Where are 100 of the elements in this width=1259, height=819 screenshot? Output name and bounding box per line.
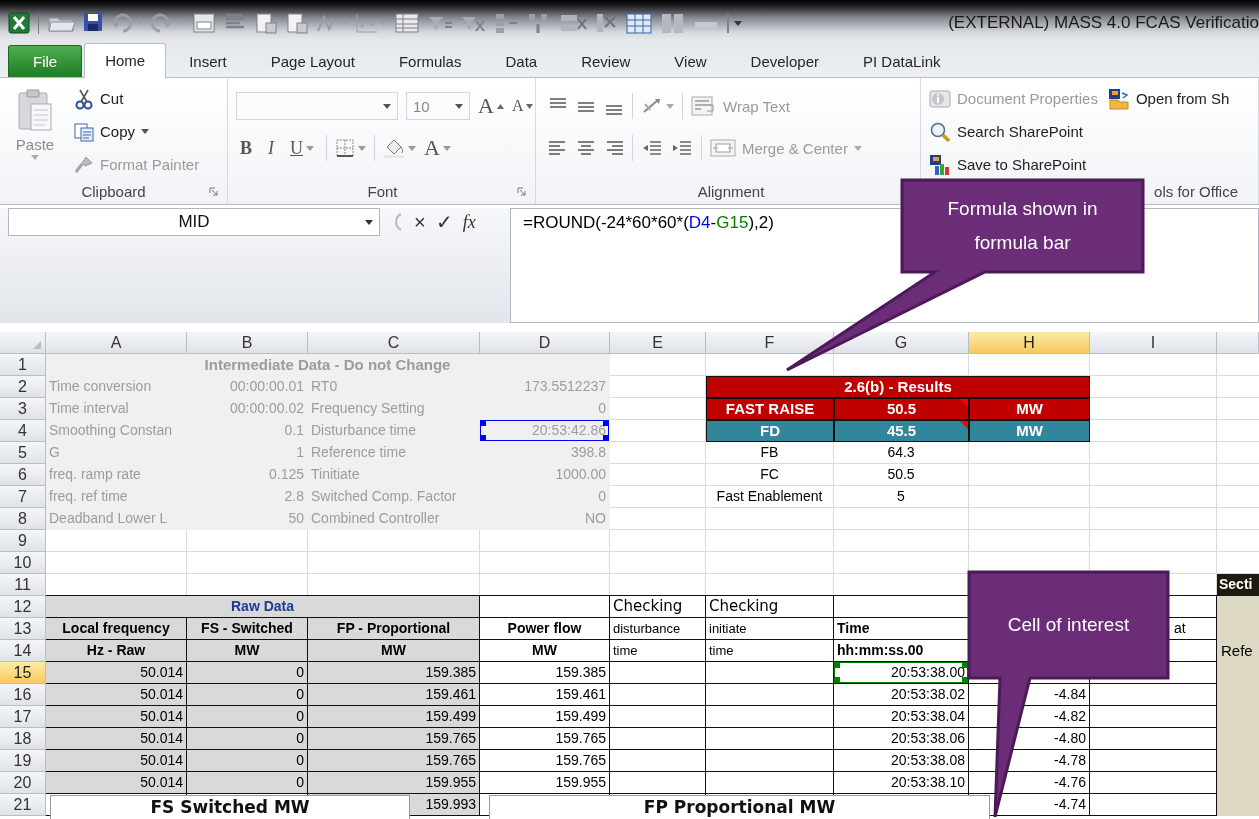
table-cell: 20:53:42.86 xyxy=(480,420,610,442)
enter-button[interactable]: ✓ xyxy=(435,210,453,234)
document-icon[interactable] xyxy=(284,11,310,35)
grid-icon[interactable] xyxy=(624,11,654,35)
row-header[interactable]: 21 xyxy=(0,794,46,816)
ribbon-button[interactable]: Cut xyxy=(74,86,200,111)
table-cell: 50 xyxy=(187,508,308,530)
italic-button[interactable]: I xyxy=(264,137,278,159)
table-cell: 1 xyxy=(187,442,308,464)
font-size-field[interactable]: 10 xyxy=(406,92,470,120)
table-cell: 20:53:38.10 xyxy=(834,772,969,794)
table-cell: 50.014 xyxy=(46,706,187,728)
increase-indent-icon[interactable] xyxy=(671,138,693,158)
column-header[interactable]: I xyxy=(1090,332,1217,354)
row-header[interactable]: 6 xyxy=(0,464,46,486)
align-right-icon[interactable] xyxy=(604,138,624,158)
document-icon[interactable] xyxy=(253,11,279,35)
column-header[interactable]: B xyxy=(187,332,308,354)
row-header[interactable]: 3 xyxy=(0,398,46,420)
column-header[interactable]: A xyxy=(46,332,187,354)
column-header[interactable]: F xyxy=(706,332,834,354)
row-header[interactable]: 17 xyxy=(0,706,46,728)
orientation-button[interactable] xyxy=(641,96,674,116)
table-cell: 0 xyxy=(187,706,308,728)
borders-button[interactable] xyxy=(335,138,366,158)
fill-color-button[interactable] xyxy=(383,137,416,159)
ribbon-tab[interactable]: Home xyxy=(84,43,167,78)
grow-font-button[interactable]: A xyxy=(478,93,504,119)
name-box[interactable]: MID xyxy=(8,208,380,236)
borders-icon xyxy=(335,138,355,158)
row-header[interactable]: 12 xyxy=(0,596,46,618)
row-header[interactable]: 13 xyxy=(0,618,46,640)
column-header[interactable]: C xyxy=(308,332,480,354)
row-header[interactable]: 15 xyxy=(0,662,46,684)
scissors-icon xyxy=(74,87,94,110)
table-title: Intermediate Data - Do not Change xyxy=(46,354,610,376)
merge-cells-icon xyxy=(710,137,736,159)
column-label: initiate xyxy=(706,618,834,640)
table-cell: 159.765 xyxy=(480,750,610,772)
row-header[interactable]: 2 xyxy=(0,376,46,398)
dialog-launcher-icon[interactable] xyxy=(517,187,527,197)
row-header[interactable]: 16 xyxy=(0,684,46,706)
ribbon-tab[interactable]: Page Layout xyxy=(249,45,376,77)
table-cell: 50.014 xyxy=(46,684,187,706)
column-header[interactable]: E xyxy=(610,332,706,354)
ribbon-tab[interactable]: File xyxy=(8,45,83,77)
column-label: time xyxy=(706,640,834,662)
ribbon-tab[interactable]: View xyxy=(653,45,728,77)
ribbon-button[interactable]: Search SharePoint xyxy=(929,119,1098,144)
ribbon-button[interactable]: Save to SharePoint xyxy=(929,152,1098,177)
underline-button[interactable]: U xyxy=(286,137,318,159)
row-header[interactable]: 7 xyxy=(0,486,46,508)
insert-function-button[interactable]: fx xyxy=(462,210,476,234)
dialog-launcher-icon[interactable] xyxy=(209,187,219,197)
formula-text[interactable]: =ROUND(-24*60*60*(D4-G15),2) xyxy=(523,213,774,233)
ribbon-tab[interactable]: PI DataLink xyxy=(841,45,962,77)
group-label: Font xyxy=(367,182,398,200)
row-header[interactable]: 5 xyxy=(0,442,46,464)
toolbar-customize-icon[interactable] xyxy=(725,11,745,35)
row-header[interactable]: 18 xyxy=(0,728,46,750)
chart-panel[interactable]: FP Proportional MW xyxy=(489,795,990,819)
scatter-chart-icon[interactable] xyxy=(354,11,388,35)
font-color-button[interactable]: A xyxy=(424,135,451,161)
table-cell: MW xyxy=(969,420,1090,442)
ribbon-tab[interactable]: Data xyxy=(484,45,559,77)
align-left-icon[interactable] xyxy=(548,138,568,158)
font-name-field[interactable] xyxy=(236,92,398,120)
row-header[interactable]: 8 xyxy=(0,508,46,530)
table-icon[interactable] xyxy=(393,11,421,35)
column-label: disturbance xyxy=(610,618,706,640)
cancel-button[interactable]: × xyxy=(414,210,426,234)
row-header[interactable]: 11 xyxy=(0,574,46,596)
row-header[interactable]: 20 xyxy=(0,772,46,794)
row-header[interactable]: 19 xyxy=(0,750,46,772)
row-header[interactable]: 9 xyxy=(0,530,46,552)
column-header[interactable]: H xyxy=(969,332,1090,354)
table-cell-text: Fast Enablement xyxy=(715,487,824,506)
bold-button[interactable]: B xyxy=(236,137,256,159)
redo-icon[interactable] xyxy=(150,11,186,35)
row-header[interactable]: 10 xyxy=(0,552,46,574)
caret-icon xyxy=(408,145,416,151)
row-header[interactable]: 14 xyxy=(0,640,46,662)
row-header[interactable]: 1 xyxy=(0,354,46,376)
align-center-icon[interactable] xyxy=(576,138,596,158)
table-cell: 20:53:38.08 xyxy=(834,750,969,772)
decrease-indent-icon[interactable] xyxy=(641,138,663,158)
column-header[interactable]: G xyxy=(834,332,969,354)
ribbon-tab[interactable]: Formulas xyxy=(377,45,483,77)
row-header[interactable]: 4 xyxy=(0,420,46,442)
search-icon xyxy=(929,120,951,143)
ribbon-tab[interactable]: Developer xyxy=(729,45,840,77)
chart-panel[interactable]: FS Switched MW xyxy=(50,795,410,819)
column-header[interactable]: D xyxy=(480,332,610,354)
excel-logo-icon[interactable] xyxy=(8,12,30,34)
shrink-font-button[interactable]: A xyxy=(511,97,534,115)
ribbon-button[interactable]: Copy xyxy=(74,119,200,144)
ribbon-tab[interactable]: Insert xyxy=(168,45,248,77)
ribbon-tab[interactable]: Review xyxy=(560,45,652,77)
table-cell: Frequency Setting xyxy=(308,398,480,420)
ribbon-button[interactable]: Open from Sh xyxy=(1107,86,1230,111)
